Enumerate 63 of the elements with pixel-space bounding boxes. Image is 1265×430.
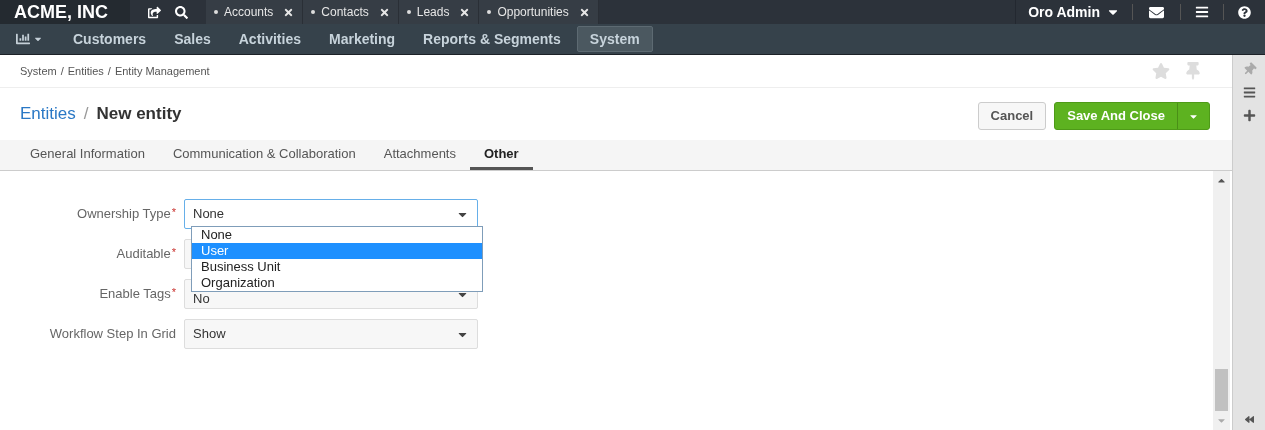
tab[interactable]: General Information [16, 140, 159, 170]
plus-icon[interactable] [1242, 109, 1256, 122]
field-label: Workflow Step In Grid [49, 325, 176, 344]
menu-item[interactable]: System [576, 26, 653, 52]
bullet-icon [311, 10, 316, 14]
pinned-tab-label[interactable]: Opportunities [497, 3, 569, 21]
pinned-tab-label[interactable]: Contacts [321, 3, 369, 21]
menu-item[interactable]: Activities [226, 26, 313, 52]
collapse-icon[interactable] [1244, 415, 1254, 424]
scroll-thumb[interactable] [1215, 369, 1228, 411]
field-label: Ownership Type [77, 205, 171, 224]
scrollbar[interactable] [1213, 171, 1230, 430]
search-icon[interactable] [175, 5, 188, 19]
pinned-tab-label[interactable]: Leads [416, 3, 450, 21]
page-title: New entity [96, 103, 182, 126]
pinned-tab[interactable]: Leads [398, 0, 480, 24]
bullet-icon [214, 10, 218, 14]
menu-item[interactable]: Reports & Segments [411, 26, 573, 52]
close-icon[interactable] [459, 6, 471, 18]
required-mark: * [171, 245, 176, 261]
close-icon[interactable] [283, 6, 295, 18]
close-icon[interactable] [378, 6, 390, 18]
select-field[interactable]: Show [184, 319, 478, 349]
breadcrumb-separator: / [60, 63, 64, 79]
pinned-tab[interactable]: Opportunities [479, 0, 599, 24]
menu-icon[interactable] [1195, 5, 1209, 19]
star-icon[interactable] [1152, 62, 1170, 80]
field-label: Enable Tags [99, 285, 171, 304]
pinned-tab[interactable]: Contacts [303, 0, 399, 24]
field-label: Auditable [116, 245, 171, 264]
help-icon[interactable] [1238, 5, 1251, 19]
breadcrumb[interactable]: Entities [67, 62, 104, 80]
breadcrumb-separator: / [107, 63, 111, 79]
breadcrumb[interactable]: System [20, 62, 57, 80]
list-icon[interactable] [1242, 86, 1256, 99]
required-mark: * [171, 205, 176, 221]
user-menu[interactable]: Oro Admin [1016, 1, 1132, 23]
entities-link[interactable]: Entities [20, 101, 76, 127]
bullet-icon [406, 10, 411, 14]
dropdown-option[interactable]: None [192, 227, 482, 243]
menu-item[interactable]: Customers [61, 26, 159, 52]
menu-item[interactable]: Sales [162, 26, 223, 52]
cancel-button[interactable]: Cancel [977, 102, 1047, 130]
bullet-icon [487, 10, 492, 14]
close-icon[interactable] [578, 6, 590, 18]
brand-logo[interactable]: ACME, INC [0, 0, 130, 24]
tab[interactable]: Attachments [369, 140, 470, 170]
select-field[interactable]: None [184, 199, 478, 229]
dropdown-option[interactable]: Business Unit [192, 259, 482, 275]
dashboard-menu[interactable] [16, 32, 43, 46]
title-separator: / [83, 103, 89, 126]
select-value: Show [193, 325, 226, 344]
pinned-tab[interactable]: Accounts [206, 0, 304, 24]
pinned-tab-label[interactable]: Accounts [224, 3, 274, 21]
menu-item[interactable]: Marketing [317, 26, 408, 52]
share-icon[interactable] [148, 5, 161, 19]
breadcrumb[interactable]: Entity Management [114, 62, 210, 80]
tab[interactable]: Other [470, 140, 533, 170]
tab[interactable]: Communication & Collaboration [158, 140, 370, 170]
chart-icon [16, 32, 30, 46]
mail-icon[interactable] [1149, 4, 1164, 20]
select-value: None [193, 205, 225, 224]
required-mark: * [171, 285, 176, 301]
